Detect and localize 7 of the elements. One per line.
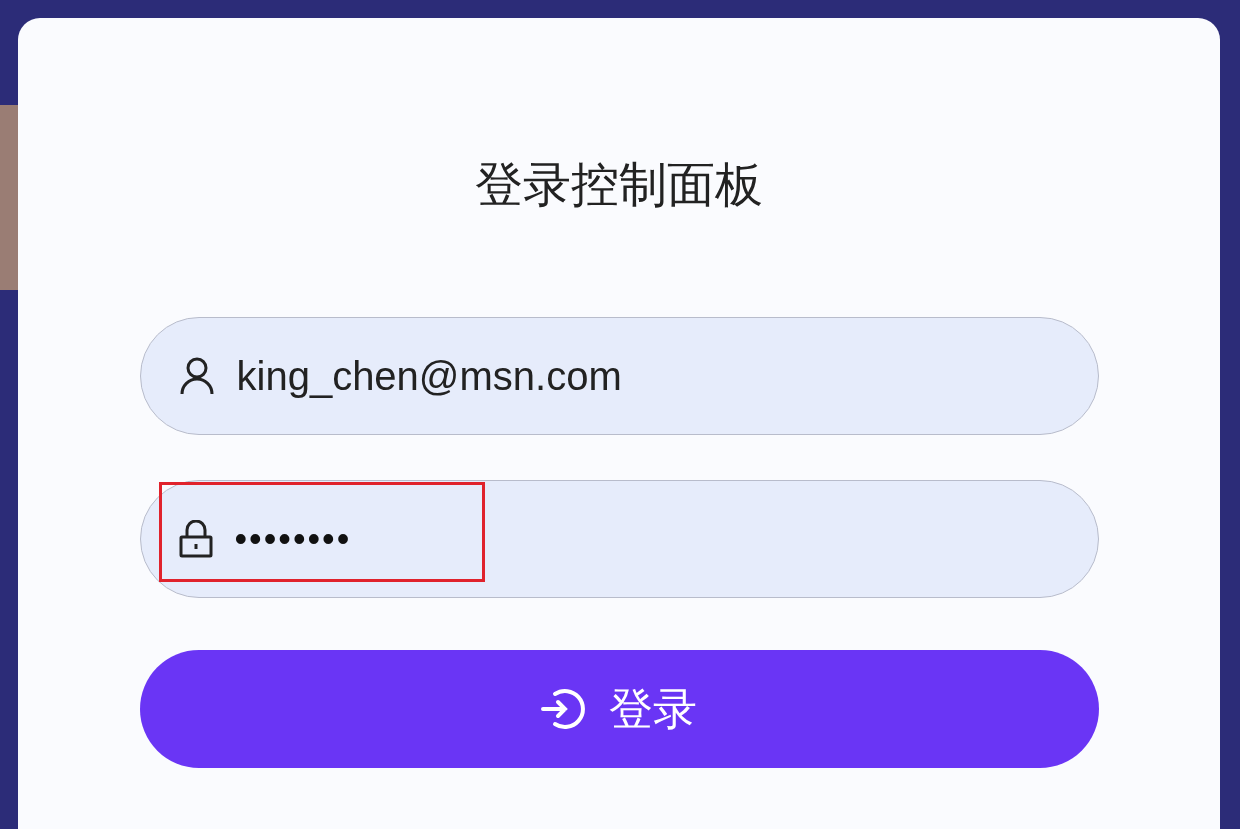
username-field[interactable]: king_chen@msn.com xyxy=(139,317,1099,435)
user-icon xyxy=(178,357,215,395)
lock-icon xyxy=(178,520,213,558)
dialog-title: 登录控制面板 xyxy=(475,157,763,213)
password-field[interactable]: •••••••• xyxy=(139,480,1099,598)
login-button[interactable]: 登录 xyxy=(139,650,1099,768)
login-icon xyxy=(541,686,587,732)
